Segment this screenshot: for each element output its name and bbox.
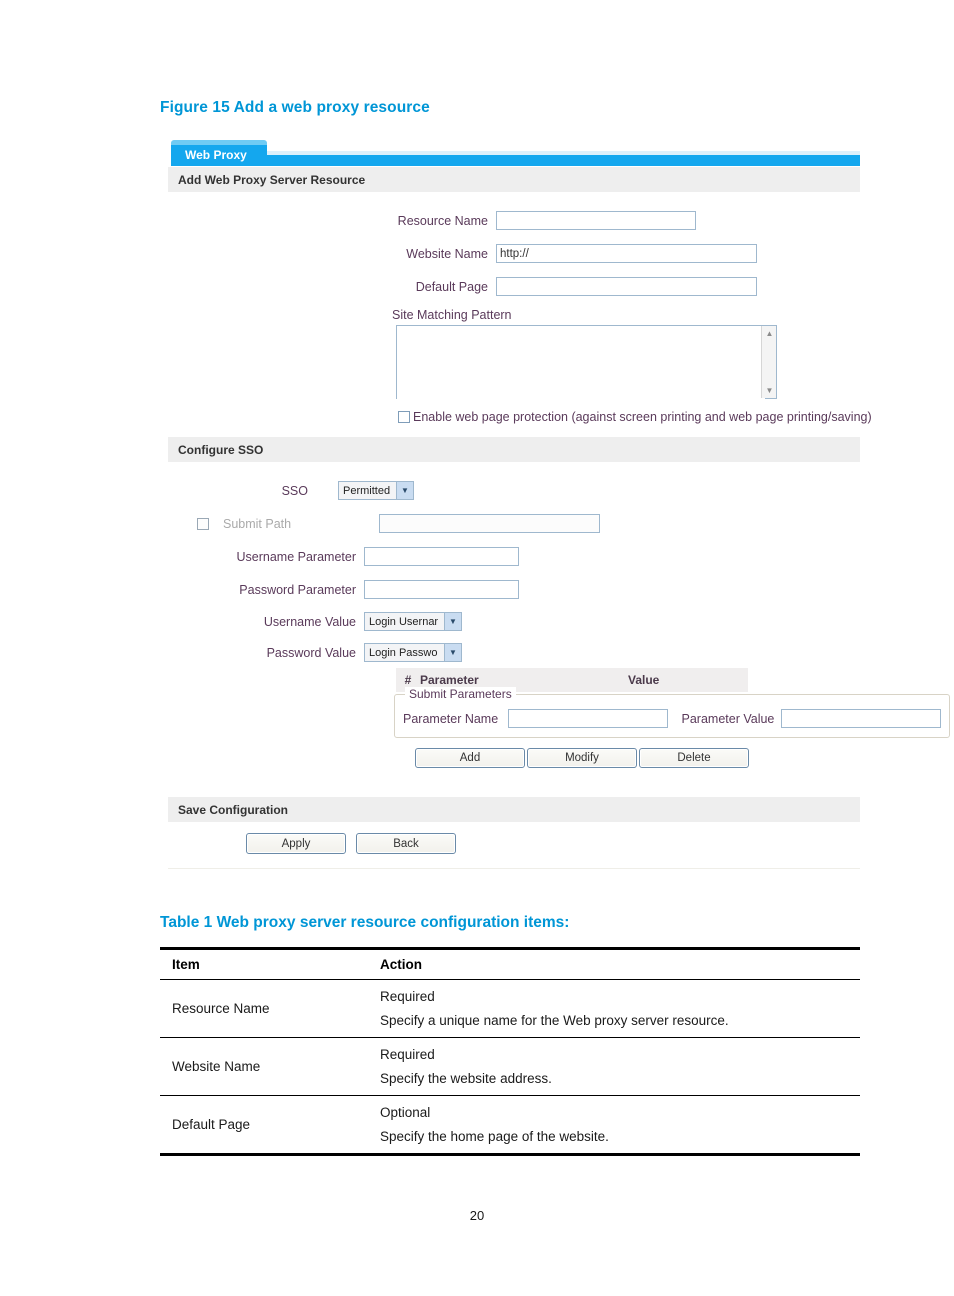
table-header-item: Item bbox=[160, 947, 368, 980]
website-name-input[interactable] bbox=[496, 244, 757, 263]
tab-web-proxy[interactable]: Web Proxy bbox=[171, 140, 267, 166]
parameter-table-col-hash: # bbox=[404, 673, 412, 687]
parameter-name-label: Parameter Name bbox=[403, 711, 499, 726]
textarea-scrollbar[interactable]: ▲ ▼ bbox=[761, 326, 776, 398]
default-page-input[interactable] bbox=[496, 277, 757, 296]
table-row: Resource Name Required Specify a unique … bbox=[160, 979, 860, 1038]
username-parameter-input[interactable] bbox=[364, 547, 519, 566]
chevron-down-icon[interactable]: ▼ bbox=[444, 644, 461, 661]
password-value-select[interactable]: Login Passwo ▼ bbox=[364, 643, 462, 662]
chevron-down-icon[interactable]: ▼ bbox=[444, 613, 461, 630]
submit-parameters-row: Parameter Name Parameter Value bbox=[403, 709, 941, 728]
save-form-body: Apply Back bbox=[168, 833, 860, 869]
add-button[interactable]: Add bbox=[415, 748, 525, 768]
table-cell-action: Optional Specify the home page of the we… bbox=[368, 1095, 860, 1156]
figure-caption: Figure 15 Add a web proxy resource bbox=[160, 99, 430, 116]
apply-button[interactable]: Apply bbox=[246, 833, 346, 854]
web-proxy-screenshot-panel: Web Proxy Add Web Proxy Server Resource … bbox=[168, 136, 950, 878]
password-value-label: Password Value bbox=[266, 645, 356, 660]
submit-parameters-legend: Submit Parameters bbox=[405, 687, 516, 701]
tab-bar-fill bbox=[267, 155, 860, 166]
back-button[interactable]: Back bbox=[356, 833, 456, 854]
panel-bottom-divider bbox=[168, 868, 860, 869]
config-items-table: Item Action Resource Name Required Speci… bbox=[160, 947, 860, 1156]
site-matching-pattern-input[interactable] bbox=[397, 326, 765, 400]
row-web-page-protection: Enable web page protection (against scre… bbox=[398, 410, 872, 424]
action-line-2: Specify the website address. bbox=[380, 1071, 552, 1086]
submit-path-label: Submit Path bbox=[223, 516, 292, 531]
parameter-name-input[interactable] bbox=[507, 709, 668, 728]
table-row: Website Name Required Specify the websit… bbox=[160, 1037, 860, 1096]
sso-label: SSO bbox=[281, 483, 308, 498]
sso-select[interactable]: Permitted ▼ bbox=[338, 481, 414, 500]
password-parameter-input[interactable] bbox=[364, 580, 519, 599]
password-value-select-value: Login Passwo bbox=[369, 646, 438, 659]
web-page-protection-checkbox[interactable] bbox=[398, 411, 410, 423]
table-header-row: Item Action bbox=[160, 947, 860, 980]
row-password-value: Password Value Login Passwo ▼ bbox=[168, 637, 860, 668]
resource-name-label: Resource Name bbox=[397, 213, 488, 228]
username-value-select-value: Login Usernar bbox=[369, 615, 439, 628]
submit-parameters-fieldset: Submit Parameters Parameter Name Paramet… bbox=[394, 687, 950, 738]
modify-button[interactable]: Modify bbox=[527, 748, 637, 768]
submit-path-input[interactable] bbox=[379, 514, 600, 533]
sso-form-rows: SSO Permitted ▼ Submit Path Username Par… bbox=[168, 462, 950, 796]
resource-form-body: Resource Name Website Name Default Page … bbox=[168, 192, 872, 436]
site-matching-pattern-textarea-wrap: ▲ ▼ bbox=[396, 325, 777, 400]
row-default-page: Default Page bbox=[168, 270, 860, 303]
parameter-value-label: Parameter Value bbox=[681, 711, 775, 726]
tab-strip: Web Proxy bbox=[171, 136, 860, 166]
table-body: Resource Name Required Specify a unique … bbox=[160, 979, 860, 1156]
action-line-1: Required bbox=[380, 989, 435, 1004]
save-button-row: Apply Back bbox=[246, 833, 860, 854]
submit-path-checkbox[interactable] bbox=[197, 517, 209, 530]
web-page-protection-label: Enable web page protection (against scre… bbox=[413, 410, 872, 424]
parameter-table-col-parameter: Parameter bbox=[420, 673, 479, 687]
table-cell-item: Website Name bbox=[160, 1037, 368, 1096]
row-submit-path: Submit Path bbox=[168, 507, 860, 540]
parameter-table-col-value: Value bbox=[628, 673, 660, 687]
row-password-parameter: Password Parameter bbox=[168, 573, 860, 606]
table-cell-item: Resource Name bbox=[160, 979, 368, 1038]
action-line-2: Specify a unique name for the Web proxy … bbox=[380, 1013, 729, 1028]
table-header-action: Action bbox=[368, 947, 860, 980]
action-line-1: Required bbox=[380, 1047, 435, 1062]
username-parameter-label: Username Parameter bbox=[236, 549, 357, 564]
submit-path-checkbox-wrap bbox=[197, 517, 223, 530]
row-username-parameter: Username Parameter bbox=[168, 540, 860, 573]
row-username-value: Username Value Login Usernar ▼ bbox=[168, 606, 860, 637]
page-number: 20 bbox=[469, 1208, 485, 1223]
section-header-configure-sso: Configure SSO bbox=[168, 436, 860, 462]
password-parameter-label: Password Parameter bbox=[239, 582, 356, 597]
parameter-button-row: Add Modify Delete bbox=[415, 748, 860, 768]
resource-name-input[interactable] bbox=[496, 211, 696, 230]
table-cell-action: Required Specify the website address. bbox=[368, 1037, 860, 1096]
website-name-label: Website Name bbox=[406, 246, 488, 261]
username-value-select[interactable]: Login Usernar ▼ bbox=[364, 612, 462, 631]
table-cell-item: Default Page bbox=[160, 1095, 368, 1156]
table-head: Item Action bbox=[160, 947, 860, 980]
row-resource-name: Resource Name bbox=[168, 204, 860, 237]
sso-section-spacer bbox=[168, 768, 860, 792]
table-row: Default Page Optional Specify the home p… bbox=[160, 1095, 860, 1156]
parameter-value-input[interactable] bbox=[781, 709, 941, 728]
section-header-save-configuration: Save Configuration bbox=[168, 796, 860, 822]
chevron-down-icon[interactable]: ▼ bbox=[396, 482, 413, 499]
resource-form-rows: Resource Name Website Name Default Page … bbox=[168, 192, 872, 436]
site-matching-pattern-label: Site Matching Pattern bbox=[392, 308, 512, 322]
row-sso: SSO Permitted ▼ bbox=[168, 474, 860, 507]
table-cell-action: Required Specify a unique name for the W… bbox=[368, 979, 860, 1038]
action-line-2: Specify the home page of the website. bbox=[380, 1129, 609, 1144]
sso-select-value: Permitted bbox=[343, 484, 391, 497]
action-line-1: Optional bbox=[380, 1105, 431, 1120]
table-caption: Table 1 Web proxy server resource config… bbox=[160, 914, 570, 931]
sso-form-body: SSO Permitted ▼ Submit Path Username Par… bbox=[168, 462, 950, 796]
default-page-label: Default Page bbox=[415, 279, 488, 294]
row-website-name: Website Name bbox=[168, 237, 860, 270]
scroll-up-icon[interactable]: ▲ bbox=[762, 326, 777, 341]
scroll-down-icon[interactable]: ▼ bbox=[762, 383, 777, 398]
section-header-add-web-proxy-server-resource: Add Web Proxy Server Resource bbox=[168, 166, 860, 192]
delete-button[interactable]: Delete bbox=[639, 748, 749, 768]
username-value-label: Username Value bbox=[263, 614, 356, 629]
